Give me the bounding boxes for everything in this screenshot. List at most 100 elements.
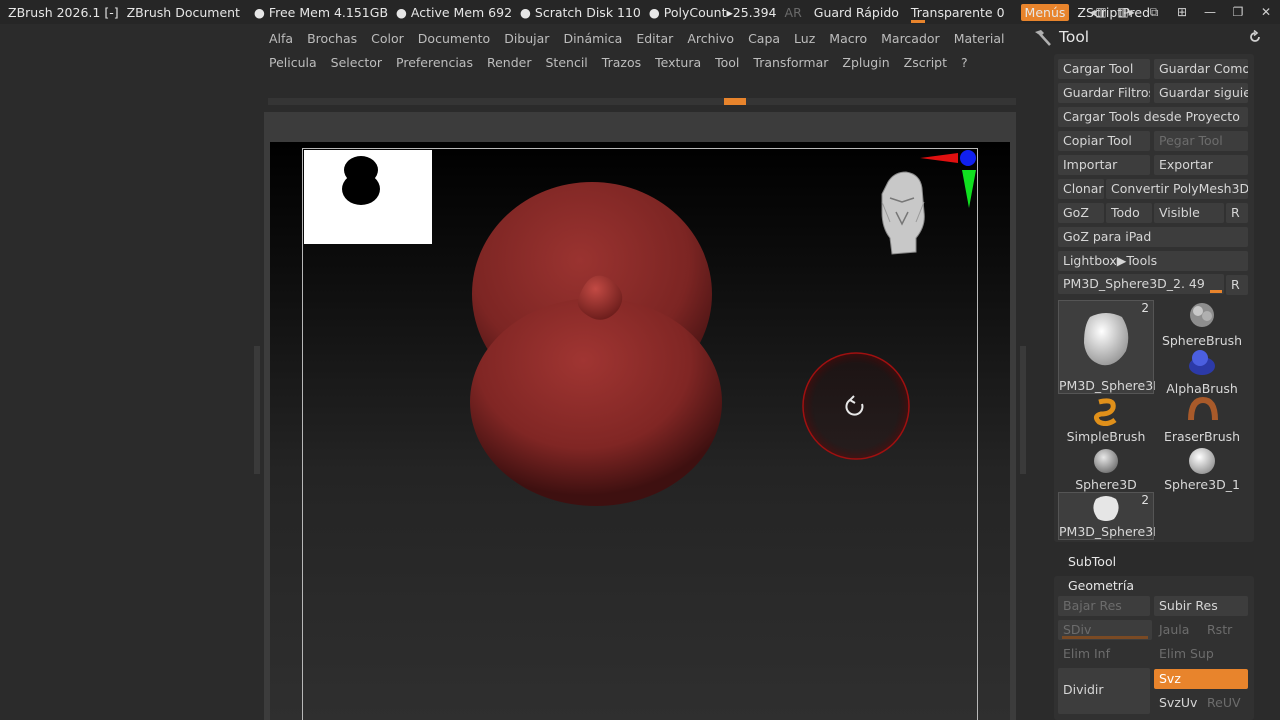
layout-icon-2[interactable]: ▥▸	[1112, 5, 1140, 19]
quicksave-button[interactable]: Guard Rápido	[814, 5, 899, 20]
transparent-slider[interactable]: Transparente 0	[910, 5, 1005, 23]
menu-item[interactable]: Render	[480, 55, 539, 70]
tool-item-pm3d-sphere-2[interactable]: 2 PM3D_Sphere3D	[1058, 492, 1155, 540]
menu-item[interactable]: Zscript	[897, 55, 954, 70]
menu-item[interactable]: Editar	[629, 31, 680, 46]
menu-item[interactable]: Luz	[787, 31, 822, 46]
tool-item-spherebrush[interactable]: SphereBrush	[1154, 300, 1250, 348]
menu-item[interactable]: Stencil	[539, 55, 595, 70]
load-project-tools-button[interactable]: Cargar Tools desde Proyecto	[1058, 107, 1248, 127]
tool-palette-title: Tool	[1059, 28, 1090, 46]
menu-item[interactable]: Transformar	[746, 55, 835, 70]
tool-item-label: Sphere3D	[1075, 477, 1137, 492]
free-mem: ● Free Mem 4.151GB	[253, 4, 389, 20]
tool-item-sphere3d-1[interactable]: Sphere3D_1	[1154, 444, 1250, 492]
layout-icon-3[interactable]: ⊞	[1168, 5, 1196, 19]
cage-button[interactable]: Jaula	[1154, 620, 1200, 640]
clone-button[interactable]: Clonar	[1058, 179, 1104, 199]
lower-res-button[interactable]: Bajar Res	[1058, 596, 1150, 616]
menu-item[interactable]: Marcador	[874, 31, 947, 46]
divide-button[interactable]: Dividir	[1058, 668, 1150, 714]
menu-item[interactable]: Archivo	[680, 31, 741, 46]
copy-tool-button[interactable]: Copiar Tool	[1058, 131, 1150, 151]
restore-icon[interactable]: ❐	[1224, 5, 1252, 19]
left-tray-handle[interactable]	[254, 346, 260, 474]
current-tool-r-button[interactable]: R	[1226, 275, 1248, 295]
tool-palette-header[interactable]: Tool	[1030, 26, 1280, 52]
menu-item[interactable]: Pelicula	[262, 55, 324, 70]
menu-item[interactable]: Alfa	[262, 31, 300, 46]
import-button[interactable]: Importar	[1058, 155, 1150, 175]
current-tool-slider-fill	[1210, 290, 1222, 293]
tool-item-eraserbrush[interactable]: EraserBrush	[1154, 396, 1250, 444]
save-next-button[interactable]: Guardar siguien	[1154, 83, 1248, 103]
higher-res-button[interactable]: Subir Res	[1154, 596, 1248, 616]
delete-lower-button[interactable]: Elim Inf	[1058, 644, 1150, 664]
load-tool-button[interactable]: Cargar Tool	[1058, 59, 1150, 79]
simplebrush-icon	[1093, 398, 1117, 426]
save-as-button[interactable]: Guardar Como	[1154, 59, 1248, 79]
tool-item-count: 2	[1141, 493, 1149, 507]
goz-r-button[interactable]: R	[1226, 203, 1248, 223]
subtool-title[interactable]: SubTool	[1068, 554, 1116, 569]
navigator-thumbnail[interactable]	[304, 150, 432, 244]
close-icon[interactable]: ✕	[1252, 5, 1280, 19]
pm3d-sphere-icon	[1093, 496, 1119, 521]
goz-button[interactable]: GoZ	[1058, 203, 1104, 223]
sdiv-slider[interactable]: SDiv	[1058, 620, 1152, 640]
current-tool-slider[interactable]: PM3D_Sphere3D_2. 49	[1058, 274, 1224, 294]
tool-item-alphabrush[interactable]: AlphaBrush	[1154, 348, 1250, 396]
menu-item[interactable]: Documento	[411, 31, 497, 46]
menu-item[interactable]: Color	[364, 31, 411, 46]
delete-higher-button[interactable]: Elim Sup	[1154, 644, 1248, 664]
windows-icon[interactable]: ⧉	[1140, 5, 1168, 20]
alphabrush-icon	[1189, 350, 1215, 375]
tool-item-label: AlphaBrush	[1166, 381, 1238, 396]
menus-button[interactable]: Menús	[1020, 3, 1070, 21]
spherebrush-icon	[1190, 303, 1214, 327]
document-title: ZBrush Document	[126, 4, 240, 20]
menu-item[interactable]: Capa	[741, 31, 787, 46]
menu-item[interactable]: Preferencias	[389, 55, 480, 70]
tool-item-label: EraserBrush	[1163, 429, 1241, 444]
goz-all-button[interactable]: Todo	[1106, 203, 1152, 223]
tool-item-label: SphereBrush	[1161, 333, 1243, 348]
menu-item[interactable]: Tool	[708, 55, 746, 70]
top-shelf	[268, 98, 1016, 105]
geometry-title[interactable]: Geometría	[1068, 578, 1134, 593]
menu-item[interactable]: Dinámica	[556, 31, 629, 46]
save-filters-button[interactable]: Guardar Filtros	[1058, 83, 1150, 103]
menu-item[interactable]: Dibujar	[497, 31, 556, 46]
menu-item[interactable]: Trazos	[595, 55, 648, 70]
minimize-icon[interactable]: —	[1196, 5, 1224, 19]
tool-item-simplebrush[interactable]: SimpleBrush	[1058, 396, 1154, 444]
navigator-silhouette	[342, 156, 380, 205]
menu-item[interactable]: ?	[954, 55, 975, 70]
tool-item-sphere3d[interactable]: Sphere3D	[1058, 444, 1154, 492]
goz-visible-button[interactable]: Visible	[1154, 203, 1224, 223]
sphere3d-icon	[1094, 449, 1118, 473]
menu-item[interactable]: Brochas	[300, 31, 364, 46]
convert-polymesh-button[interactable]: Convertir PolyMesh3D	[1106, 179, 1248, 199]
window-controls: ◂▥ ▥▸ ⧉ ⊞ — ❐ ✕	[1084, 0, 1280, 24]
menu-item[interactable]: Zplugin	[835, 55, 896, 70]
export-button[interactable]: Exportar	[1154, 155, 1248, 175]
menu-item[interactable]: Macro	[822, 31, 874, 46]
menu-item[interactable]: Material	[947, 31, 1012, 46]
menu-item[interactable]: Selector	[324, 55, 389, 70]
paste-tool-button[interactable]: Pegar Tool	[1154, 131, 1248, 151]
layout-icon-1[interactable]: ◂▥	[1084, 5, 1112, 19]
tool-item-pm3d-sphere[interactable]: 2 PM3D_Sphere3D	[1058, 300, 1155, 394]
menu-item[interactable]: Textura	[648, 55, 708, 70]
reset-icon[interactable]	[1248, 30, 1262, 44]
smt-toggle[interactable]: Svz	[1154, 669, 1248, 689]
right-tray-handle[interactable]	[1020, 346, 1026, 474]
suv-toggle[interactable]: SvzUv	[1154, 693, 1200, 713]
rstr-button[interactable]: Rstr	[1202, 620, 1248, 640]
reuv-button[interactable]: ReUV	[1202, 693, 1248, 713]
shelf-marker[interactable]	[724, 98, 746, 105]
lightbox-tools-button[interactable]: Lightbox▶Tools	[1058, 251, 1248, 271]
goz-ipad-button[interactable]: GoZ para iPad	[1058, 227, 1248, 247]
tool-item-label: PM3D_Sphere3D	[1059, 524, 1155, 539]
scratch-disk: ● Scratch Disk 110	[520, 4, 641, 20]
